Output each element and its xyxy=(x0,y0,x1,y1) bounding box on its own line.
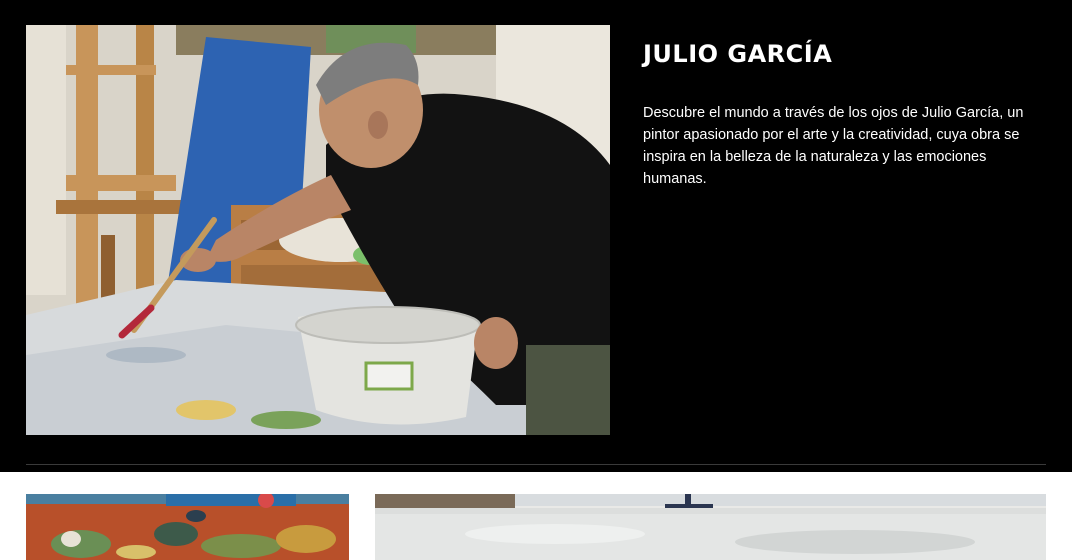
artist-description: Descubre el mundo a través de los ojos d… xyxy=(643,105,1024,187)
section-divider xyxy=(26,464,1046,465)
artwork-thumbnail-2[interactable] xyxy=(375,494,1046,560)
artwork-thumbnail-1[interactable] xyxy=(26,494,349,560)
artist-name: JULIO GARCÍA xyxy=(643,40,833,68)
painter-photo xyxy=(26,25,610,435)
artist-hero-section: JULIO GARCÍA Descubre el mundo a través … xyxy=(0,0,1072,472)
